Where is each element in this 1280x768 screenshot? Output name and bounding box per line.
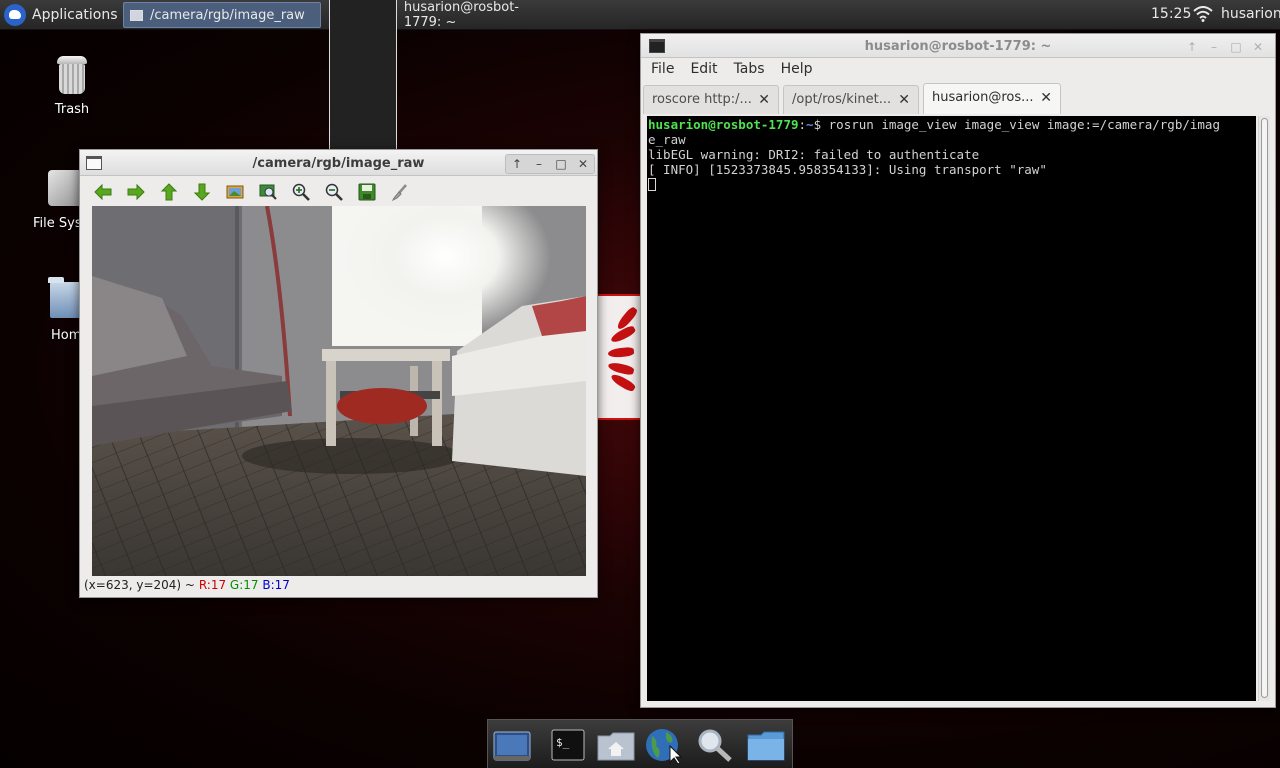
camera-image[interactable] [92, 206, 586, 576]
prompt-path: ~ [806, 117, 814, 132]
terminal-output[interactable]: husarion@rosbot-1779:~$ rosrun image_vie… [647, 116, 1256, 701]
desktop-icon-label: File Sys [33, 216, 82, 231]
keep-above-button[interactable]: ↑ [506, 155, 528, 173]
maximize-button[interactable]: □ [1225, 38, 1247, 56]
terminal-window[interactable]: husarion@rosbot-1779: ~ ↑ – □ ✕ File Edi… [640, 33, 1276, 708]
pixel-coords: (x=623, y=204) ~ [84, 578, 195, 592]
tab-label: /opt/ros/kinet... [792, 92, 892, 107]
background-window[interactable] [598, 294, 642, 420]
top-panel: Applications /camera/rgb/image_raw husar… [0, 0, 1280, 353]
window-icon [130, 9, 143, 21]
svg-text:$_: $_ [556, 736, 570, 749]
close-icon[interactable]: ✕ [758, 92, 770, 108]
xfce-logo-icon [4, 4, 26, 26]
minimize-button[interactable]: – [1203, 38, 1225, 56]
search-icon [698, 729, 732, 762]
terminal-cursor [648, 178, 656, 191]
zoom-fit-icon[interactable] [251, 180, 284, 204]
window-controls: ↑ – □ ✕ [1181, 38, 1269, 56]
show-desktop-button[interactable] [492, 726, 532, 764]
taskbar-item-label: husarion@rosbot-1779: ~ [403, 0, 519, 30]
desktop-icon-label: Trash [54, 102, 90, 117]
menu-help[interactable]: Help [781, 59, 813, 81]
dock: $_ [487, 719, 793, 768]
command-wrap-line: e_raw [648, 132, 686, 147]
keep-above-button[interactable]: ↑ [1181, 38, 1203, 56]
image-view-window[interactable]: /camera/rgb/image_raw ↑ – □ ✕ (x=623, y=… [79, 149, 598, 598]
close-button[interactable]: ✕ [572, 155, 594, 173]
window-titlebar[interactable]: /camera/rgb/image_raw ↑ – □ ✕ [80, 150, 597, 176]
down-arrow-icon[interactable] [185, 180, 218, 204]
window-title: husarion@rosbot-1779: ~ [864, 39, 1052, 54]
wifi-icon[interactable] [1193, 6, 1213, 22]
scrollbar-thumb[interactable] [1261, 118, 1268, 698]
brush-icon[interactable] [383, 180, 416, 204]
terminal-launcher[interactable]: $_ [548, 726, 588, 764]
window-controls: ↑ – □ ✕ [505, 154, 595, 174]
close-button[interactable]: ✕ [1247, 38, 1269, 56]
prompt-separator: : [798, 117, 807, 132]
tab-roscore[interactable]: roscore http:/... ✕ [643, 85, 779, 114]
maximize-button[interactable]: □ [550, 155, 572, 173]
image-toolbar [86, 180, 416, 204]
tab-husarion[interactable]: husarion@ros... ✕ [923, 83, 1061, 114]
minimize-button[interactable]: – [528, 155, 550, 173]
close-icon[interactable]: ✕ [1040, 90, 1052, 106]
up-arrow-icon[interactable] [152, 180, 185, 204]
camera-image-picture [92, 206, 586, 576]
pixel-blue-value: B:17 [262, 578, 290, 592]
home-icon [597, 732, 635, 761]
back-arrow-icon[interactable] [86, 180, 119, 204]
applications-menu-button[interactable]: Applications [4, 3, 118, 27]
search-launcher[interactable] [694, 726, 734, 764]
close-icon[interactable]: ✕ [898, 92, 910, 108]
file-manager-launcher[interactable] [596, 726, 636, 764]
zoom-out-icon[interactable] [317, 180, 350, 204]
pixel-status: (x=623, y=204) ~ R:17 G:17 B:17 [84, 578, 290, 592]
taskbar-item-terminal[interactable]: husarion@rosbot-1779: ~ [323, 0, 519, 353]
tab-label: roscore http:/... [652, 92, 752, 107]
menu-file[interactable]: File [651, 59, 674, 81]
save-icon[interactable] [350, 180, 383, 204]
terminal-scrollbar[interactable] [1258, 116, 1270, 701]
clock[interactable]: 15:25 [1151, 6, 1191, 22]
taskbar-item-label: /camera/rgb/image_raw [150, 7, 305, 23]
menu-bar: File Edit Tabs Help [641, 59, 828, 81]
pixel-green-value: G:17 [229, 578, 259, 592]
prompt-dollar: $ [813, 117, 829, 132]
user-menu[interactable]: husarion [1221, 6, 1280, 22]
image-icon[interactable] [218, 180, 251, 204]
pixel-red-value: R:17 [198, 578, 227, 592]
zoom-in-icon[interactable] [284, 180, 317, 204]
terminal-icon: $_ [551, 729, 585, 761]
menu-tabs[interactable]: Tabs [734, 59, 765, 81]
prompt-user: husarion@rosbot-1779 [648, 117, 799, 132]
terminal-command-line: husarion@rosbot-1779:~$ rosrun image_vie… [648, 117, 1256, 132]
tab-opt-ros[interactable]: /opt/ros/kinet... ✕ [783, 85, 919, 114]
tab-label: husarion@ros... [932, 90, 1034, 105]
folder-icon [747, 731, 785, 761]
web-browser-launcher[interactable] [644, 726, 684, 765]
command-text: rosrun image_view image_view image:=/cam… [828, 117, 1220, 132]
folder-launcher[interactable] [746, 726, 786, 764]
desktop-icon-trash[interactable]: Trash [40, 54, 104, 117]
menu-edit[interactable]: Edit [690, 59, 717, 81]
desktop-icon [493, 731, 531, 761]
trash-icon [55, 54, 89, 96]
applications-label: Applications [32, 7, 118, 23]
info-line: [ INFO] [1523373845.958354133]: Using tr… [648, 162, 1047, 177]
forward-arrow-icon[interactable] [119, 180, 152, 204]
web-browser-icon [646, 729, 683, 765]
tab-bar: roscore http:/... ✕ /opt/ros/kinet... ✕ … [641, 82, 1275, 114]
taskbar-item-image-view[interactable]: /camera/rgb/image_raw [123, 2, 321, 28]
window-titlebar[interactable]: husarion@rosbot-1779: ~ ↑ – □ ✕ [641, 34, 1275, 58]
desktop-icon-label: Hom [51, 328, 82, 343]
egl-warning-line: libEGL warning: DRI2: failed to authenti… [648, 147, 980, 162]
